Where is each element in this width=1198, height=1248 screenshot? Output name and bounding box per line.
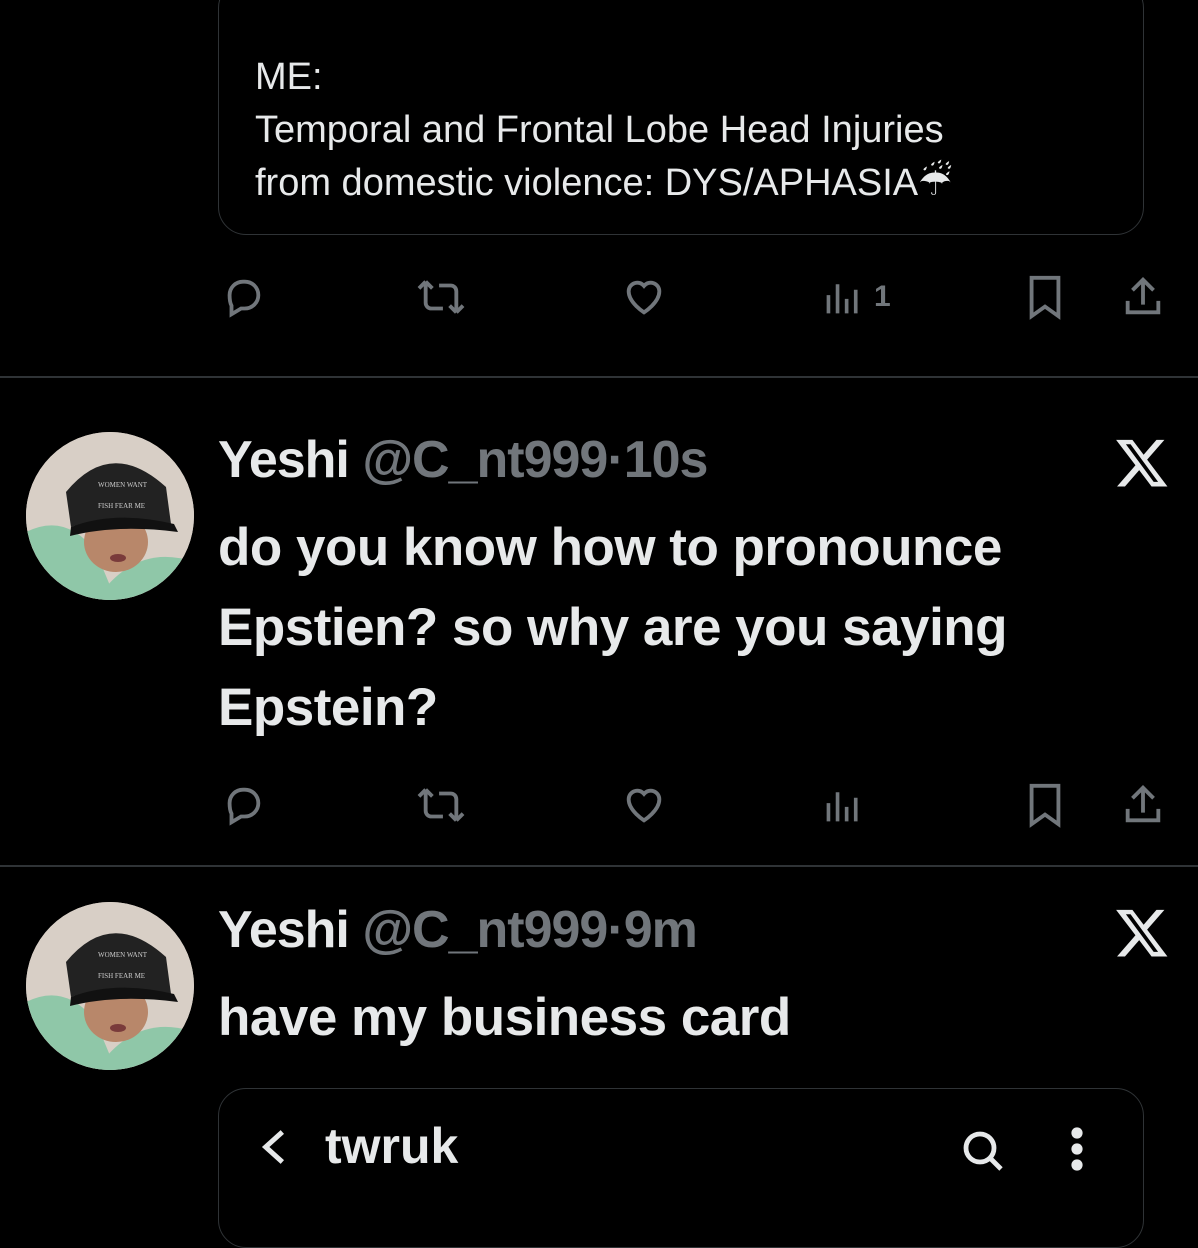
- action-bar: 1: [218, 272, 1168, 322]
- retweet-icon: [417, 280, 465, 314]
- avatar[interactable]: WOMEN WANT FISH FEAR ME: [26, 902, 194, 1070]
- avatar[interactable]: WOMEN WANT FISH FEAR ME: [26, 432, 194, 600]
- svg-text:WOMEN WANT: WOMEN WANT: [98, 481, 148, 489]
- bookmark-icon: [1029, 275, 1061, 320]
- search-icon: [963, 1131, 1003, 1171]
- share-button[interactable]: [1120, 780, 1166, 830]
- quoted-line: Temporal and Frontal Lobe Head Injuries: [255, 109, 944, 151]
- post-header: Yeshi @C_nt999·10s: [218, 430, 709, 490]
- views-button[interactable]: 1: [822, 272, 891, 322]
- author-handle[interactable]: @C_nt999: [362, 431, 608, 489]
- post-line: Epstein?: [218, 678, 438, 737]
- bookmark-button[interactable]: [1024, 780, 1066, 830]
- share-icon: [1125, 785, 1161, 823]
- repost-button[interactable]: [414, 272, 468, 322]
- share-button[interactable]: [1120, 272, 1166, 322]
- x-logo-button[interactable]: [1114, 904, 1170, 960]
- reply-icon: [227, 787, 261, 826]
- x-logo-icon: [1116, 909, 1168, 957]
- retweet-icon: [417, 788, 465, 822]
- more-icon: [1071, 1127, 1083, 1171]
- views-icon: [826, 284, 858, 314]
- author-name[interactable]: Yeshi: [218, 431, 350, 489]
- quoted-line: from domestic violence: DYS/APHASIA☔: [255, 162, 953, 204]
- quoted-post-text: ME: Temporal and Frontal Lobe Head Injur…: [255, 51, 1135, 210]
- svg-text:WOMEN WANT: WOMEN WANT: [98, 951, 148, 959]
- post-text: have my business card: [218, 978, 791, 1058]
- repost-button[interactable]: [414, 780, 468, 830]
- svg-text:FISH FEAR ME: FISH FEAR ME: [98, 502, 145, 510]
- bookmark-icon: [1029, 783, 1061, 828]
- views-icon: [826, 792, 858, 822]
- share-icon: [1125, 277, 1161, 315]
- svg-text:FISH FEAR ME: FISH FEAR ME: [98, 972, 145, 980]
- like-icon: [626, 280, 662, 315]
- views-button[interactable]: [822, 780, 864, 830]
- like-icon: [626, 788, 662, 823]
- post-time[interactable]: 9m: [624, 901, 698, 959]
- like-button[interactable]: [620, 780, 668, 830]
- reply-button[interactable]: [220, 272, 266, 322]
- post-line: do you know how to pronounce: [218, 518, 1002, 577]
- reply-button[interactable]: [220, 780, 266, 830]
- post-divider: [0, 865, 1198, 867]
- like-button[interactable]: [620, 272, 668, 322]
- post-line: Epstien? so why are you saying: [218, 598, 1008, 657]
- x-logo-button[interactable]: [1114, 434, 1170, 490]
- post-header: Yeshi @C_nt999·9m: [218, 900, 698, 960]
- post-divider: [0, 376, 1198, 378]
- separator-dot: ·: [607, 431, 624, 489]
- views-count: 1: [874, 280, 891, 313]
- x-logo-icon: [1116, 439, 1168, 487]
- post-line: have my business card: [218, 988, 791, 1047]
- embedded-title: twruk: [325, 1118, 459, 1174]
- quoted-line: ME:: [255, 56, 323, 98]
- author-name[interactable]: Yeshi: [218, 901, 350, 959]
- quoted-post-card[interactable]: ME: Temporal and Frontal Lobe Head Injur…: [218, 0, 1144, 235]
- author-handle[interactable]: @C_nt999: [362, 901, 608, 959]
- separator-dot: ·: [607, 901, 624, 959]
- back-icon: [261, 1130, 285, 1164]
- bookmark-button[interactable]: [1024, 272, 1066, 322]
- action-bar: [218, 780, 1168, 830]
- post-time[interactable]: 10s: [624, 431, 709, 489]
- embedded-image-card[interactable]: twruk: [218, 1088, 1144, 1248]
- reply-icon: [227, 279, 261, 318]
- post-text: do you know how to pronounce Epstien? so…: [218, 508, 1008, 748]
